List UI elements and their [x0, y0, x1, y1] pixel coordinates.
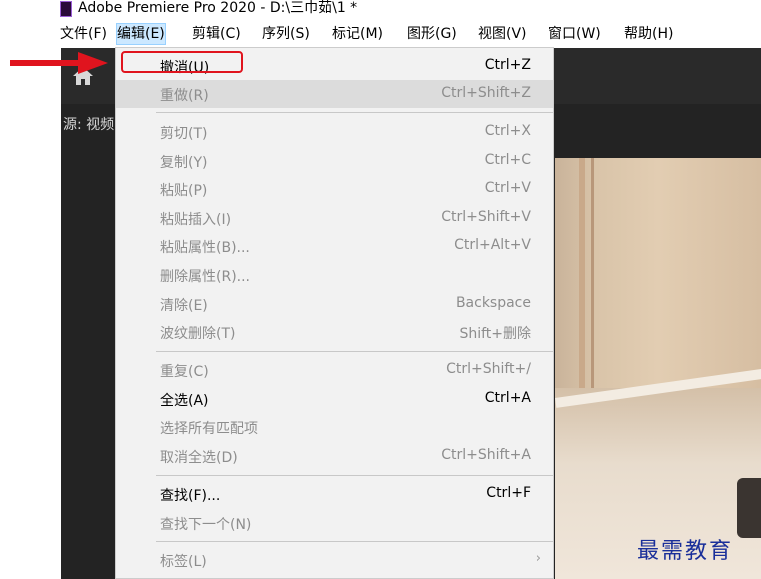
watermark: 最需教育	[637, 539, 734, 564]
premiere-app-icon	[60, 1, 72, 17]
menu-item-ripple-delete[interactable]: 波纹删除(T) Shift+删除	[116, 318, 553, 346]
menu-item-find[interactable]: 查找(F)... Ctrl+F	[116, 480, 553, 508]
menu-item-paste-attributes[interactable]: 粘贴属性(B)... Ctrl+Alt+V	[116, 232, 553, 260]
menu-item-cut[interactable]: 剪切(T) Ctrl+X	[116, 118, 553, 146]
edit-menu-dropdown: 撤消(U) Ctrl+Z 重做(R) Ctrl+Shift+Z 剪切(T) Ct…	[115, 47, 554, 579]
menu-item-select-all[interactable]: 全选(A) Ctrl+A	[116, 385, 553, 413]
menu-markers[interactable]: 标记(M)	[332, 24, 383, 44]
menu-item-paste[interactable]: 粘贴(P) Ctrl+V	[116, 175, 553, 203]
menu-item-duplicate[interactable]: 重复(C) Ctrl+Shift+/	[116, 356, 553, 384]
menu-separator	[156, 475, 553, 476]
menu-item-paste-insert[interactable]: 粘贴插入(I) Ctrl+Shift+V	[116, 204, 553, 232]
menu-item-find-next[interactable]: 查找下一个(N)	[116, 509, 553, 537]
menu-separator	[156, 112, 553, 113]
source-video-preview	[555, 158, 761, 579]
menu-item-label[interactable]: 标签(L) ›	[116, 546, 553, 574]
menu-item-remove-attributes[interactable]: 删除属性(R)...	[116, 261, 553, 289]
menu-item-clear[interactable]: 清除(E) Backspace	[116, 290, 553, 318]
menu-item-copy[interactable]: 复制(Y) Ctrl+C	[116, 147, 553, 175]
menu-item-deselect-all[interactable]: 取消全选(D) Ctrl+Shift+A	[116, 442, 553, 470]
menu-bar: 文件(F) 编辑(E) 剪辑(C) 序列(S) 标记(M) 图形(G) 视图(V…	[0, 20, 761, 48]
red-pointer-arrow-icon	[10, 52, 108, 74]
menu-view[interactable]: 视图(V)	[478, 24, 527, 44]
menu-window[interactable]: 窗口(W)	[548, 24, 601, 44]
menu-clip[interactable]: 剪辑(C)	[192, 24, 241, 44]
menu-edit[interactable]: 编辑(E)	[116, 23, 166, 45]
menu-sequence[interactable]: 序列(S)	[262, 24, 310, 44]
window-title-bar: Adobe Premiere Pro 2020 - D:\三巾茹\1 *	[0, 0, 761, 20]
window-title: Adobe Premiere Pro 2020 - D:\三巾茹\1 *	[78, 0, 358, 16]
menu-item-select-all-matching[interactable]: 选择所有匹配项	[116, 413, 553, 441]
menu-file[interactable]: 文件(F)	[60, 24, 107, 44]
menu-item-redo[interactable]: 重做(R) Ctrl+Shift+Z	[116, 80, 553, 108]
menu-separator	[156, 351, 553, 352]
menu-graphics[interactable]: 图形(G)	[407, 24, 457, 44]
menu-separator	[156, 541, 553, 542]
highlight-box-undo	[121, 51, 243, 73]
chevron-right-icon: ›	[535, 551, 541, 566]
source-monitor-label: 源: 视频	[63, 117, 115, 133]
menu-help[interactable]: 帮助(H)	[624, 24, 673, 44]
